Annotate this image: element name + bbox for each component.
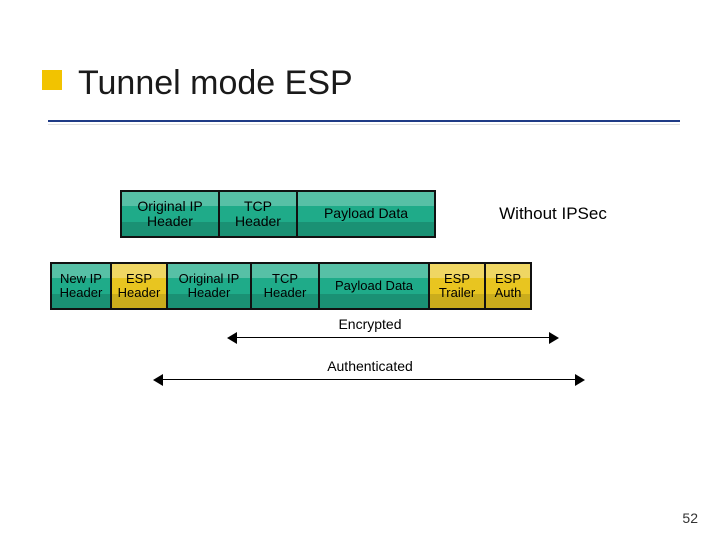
slide-number: 52 xyxy=(682,510,698,526)
box-esp-trailer: ESP Trailer xyxy=(428,262,486,310)
authenticated-arrow xyxy=(153,374,585,386)
box-payload-data: Payload Data xyxy=(296,190,436,238)
box-esp-header: ESP Header xyxy=(110,262,168,310)
box-tcp-header-2: TCP Header xyxy=(250,262,320,310)
box-tcp-header: TCP Header xyxy=(218,190,298,238)
diagram: Original IP Header TCP Header Payload Da… xyxy=(70,190,670,334)
box-esp-auth: ESP Auth xyxy=(484,262,532,310)
box-new-ip-header: New IP Header xyxy=(50,262,112,310)
arrow-right-icon xyxy=(575,374,585,386)
encrypted-label: Encrypted xyxy=(338,316,401,332)
title-block: Tunnel mode ESP xyxy=(48,64,680,103)
box-payload-data-2: Payload Data xyxy=(318,262,430,310)
packet-row-esp: New IP Header ESP Header Original IP Hea… xyxy=(50,262,670,310)
box-original-ip-header-2: Original IP Header xyxy=(166,262,252,310)
arrow-left-icon xyxy=(227,332,237,344)
arrow-line xyxy=(161,379,577,380)
arrow-right-icon xyxy=(549,332,559,344)
arrow-left-icon xyxy=(153,374,163,386)
label-without-ipsec: Without IPSec xyxy=(436,190,670,238)
packet-row-without-ipsec: Original IP Header TCP Header Payload Da… xyxy=(120,190,670,238)
authenticated-range: Authenticated xyxy=(70,358,670,386)
title-bullet-icon xyxy=(42,70,62,90)
title-underline xyxy=(48,120,680,122)
arrow-line xyxy=(235,337,551,338)
box-original-ip-header: Original IP Header xyxy=(120,190,220,238)
authenticated-label: Authenticated xyxy=(327,358,413,374)
encrypted-range: Encrypted xyxy=(70,316,670,344)
encrypted-arrow xyxy=(227,332,559,344)
slide-title: Tunnel mode ESP xyxy=(78,64,680,103)
